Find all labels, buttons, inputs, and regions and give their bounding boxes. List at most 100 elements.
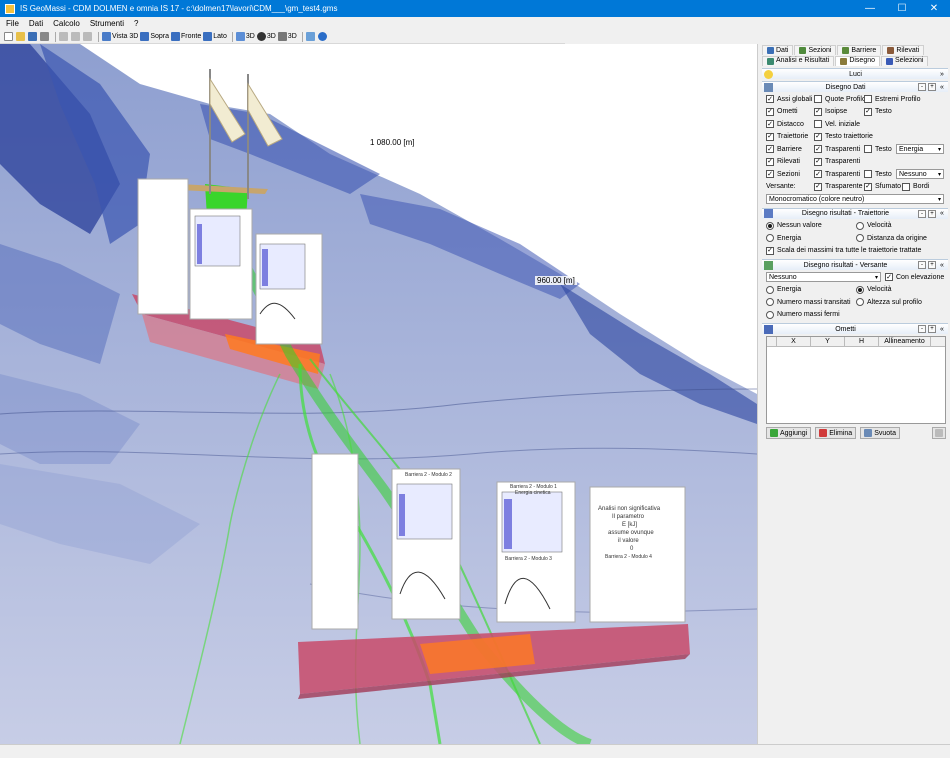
tab-selezioni[interactable]: Selezioni [881, 55, 929, 66]
versante-trasparente-option[interactable]: ✓ Trasparente [814, 182, 864, 191]
fermi-radio[interactable]: Numero massi fermi [766, 310, 840, 319]
collapse-button[interactable]: - [918, 83, 926, 91]
barriere-testo-option[interactable]: Testo [864, 145, 896, 154]
distacco-option[interactable]: ✓ Distacco [766, 120, 814, 129]
distanza-radio[interactable]: Distanza da origine [856, 234, 927, 243]
3d-viewport[interactable]: 1 080.00 [m] 960.00 [m] Barriera 2 - Mod… [0, 44, 757, 744]
menu-file[interactable]: File [6, 19, 19, 28]
close-button[interactable]: ✕ [918, 0, 950, 17]
new-file-icon[interactable] [4, 31, 14, 42]
checkbox[interactable]: ✓ [766, 246, 774, 255]
checkbox[interactable] [864, 95, 872, 104]
vel-iniziale-option[interactable]: Vel. iniziale [814, 120, 860, 129]
barriere-option[interactable]: ✓ Barriere [766, 145, 814, 154]
testo-traiettorie-option[interactable]: ✓ Testo traiettorie [814, 132, 873, 141]
save-icon[interactable] [28, 31, 38, 42]
sezioni-option[interactable]: ✓ Sezioni [766, 170, 814, 179]
checkbox[interactable]: ✓ [766, 95, 774, 104]
menu-dati[interactable]: Dati [29, 19, 43, 28]
open-folder-icon[interactable] [16, 31, 26, 42]
zoom-3d-button[interactable]: 3D [277, 31, 297, 42]
tab-dati[interactable]: Dati [762, 45, 794, 55]
column-x[interactable]: X [777, 337, 811, 346]
radio[interactable] [856, 221, 864, 230]
nessun-valore-radio[interactable]: Nessun valore [766, 221, 856, 230]
expand-button[interactable]: + [928, 261, 936, 269]
checkbox[interactable]: ✓ [814, 157, 822, 166]
column-allineamento[interactable]: Allineamento [879, 337, 931, 346]
radio[interactable] [766, 298, 774, 307]
checkbox[interactable]: ✓ [766, 157, 774, 166]
chevron-up-icon[interactable]: « [938, 262, 946, 269]
link-icon[interactable] [305, 31, 316, 42]
traiettorie-option[interactable]: ✓ Traiettorie [766, 132, 814, 141]
minimize-button[interactable]: — [854, 0, 886, 17]
column-y[interactable]: Y [811, 337, 845, 346]
tab-barriere[interactable]: Barriere [837, 45, 882, 55]
menu-strumenti[interactable]: Strumenti [90, 19, 124, 28]
expand-button[interactable]: + [928, 209, 936, 218]
collapse-button[interactable]: - [918, 325, 926, 333]
radio[interactable] [766, 310, 774, 319]
copy-icon[interactable] [71, 31, 81, 42]
refresh-button[interactable] [932, 427, 946, 439]
checkbox[interactable]: ✓ [885, 273, 893, 282]
menu-calcolo[interactable]: Calcolo [53, 19, 80, 28]
checkbox[interactable]: ✓ [814, 145, 822, 154]
rotate-3d-button[interactable]: 3D [256, 31, 276, 42]
checkbox[interactable]: ✓ [766, 107, 774, 116]
sezioni-value-select[interactable]: Nessuno ▾ [896, 169, 944, 180]
elimina-button[interactable]: Elimina [815, 427, 857, 439]
maximize-button[interactable]: ☐ [886, 0, 918, 17]
checkbox[interactable]: ✓ [814, 132, 822, 141]
checkbox[interactable]: ✓ [814, 170, 822, 179]
checkbox[interactable]: ✓ [766, 132, 774, 141]
lato-button[interactable]: Lato [203, 31, 227, 42]
rilevati-option[interactable]: ✓ Rilevati [766, 157, 814, 166]
checkbox[interactable]: ✓ [864, 182, 872, 191]
sezioni-trasparenti-option[interactable]: ✓ Trasparenti [814, 170, 864, 179]
sezioni-testo-option[interactable]: Testo [864, 170, 896, 179]
vista3d-button[interactable]: Vista 3D [102, 31, 138, 42]
checkbox[interactable]: ✓ [766, 170, 774, 179]
checkbox[interactable] [902, 182, 910, 191]
isoipse-option[interactable]: ✓ Isoipse [814, 107, 864, 116]
assi-globali-option[interactable]: ✓ Assi globali [766, 95, 814, 104]
tab-rilevati[interactable]: Rilevati [882, 45, 925, 55]
move-3d-button[interactable]: 3D [235, 31, 255, 42]
ometti-grid[interactable]: X Y H Allineamento [766, 336, 946, 424]
menu-help[interactable]: ? [134, 19, 138, 28]
checkbox[interactable] [864, 170, 872, 179]
radio[interactable] [856, 298, 864, 307]
radio[interactable] [856, 285, 864, 294]
radio[interactable] [766, 221, 774, 230]
scala-massimi-option[interactable]: ✓ Scala dei massimi tra tutte le traietto… [766, 246, 921, 255]
con-elevazione-option[interactable]: ✓ Con elevazione [885, 273, 944, 282]
radio[interactable] [766, 285, 774, 294]
aggiungi-button[interactable]: Aggiungi [766, 427, 812, 439]
print-icon[interactable] [40, 31, 50, 42]
colore-select[interactable]: Monocromatico (colore neutro) ▾ [766, 194, 944, 205]
versante-bordi-option[interactable]: Bordi [902, 182, 929, 191]
tab-sezioni[interactable]: Sezioni [794, 45, 837, 55]
expand-button[interactable]: + [928, 83, 936, 91]
cut-icon[interactable] [59, 31, 69, 42]
transitati-radio[interactable]: Numero massi transitati [766, 298, 856, 307]
checkbox[interactable]: ✓ [766, 120, 774, 129]
testo-option[interactable]: ✓ Testo [864, 107, 892, 116]
radio[interactable] [856, 234, 864, 243]
sopra-button[interactable]: Sopra [140, 31, 169, 42]
checkbox[interactable] [814, 95, 822, 104]
checkbox[interactable] [814, 120, 822, 129]
checkbox[interactable] [864, 145, 872, 154]
checkbox[interactable]: ✓ [814, 182, 822, 191]
checkbox[interactable]: ✓ [864, 107, 872, 116]
barriere-value-select[interactable]: Energia ▾ [896, 144, 944, 155]
chevron-up-icon[interactable]: « [938, 84, 946, 91]
rilevati-trasparenti-option[interactable]: ✓ Trasparenti [814, 157, 860, 166]
barriere-trasparenti-option[interactable]: ✓ Trasparenti [814, 145, 864, 154]
energia-radio[interactable]: Energia [766, 234, 856, 243]
collapse-button[interactable]: - [918, 261, 926, 269]
expand-button[interactable]: + [928, 325, 936, 333]
tab-disegno[interactable]: Disegno [835, 55, 880, 66]
